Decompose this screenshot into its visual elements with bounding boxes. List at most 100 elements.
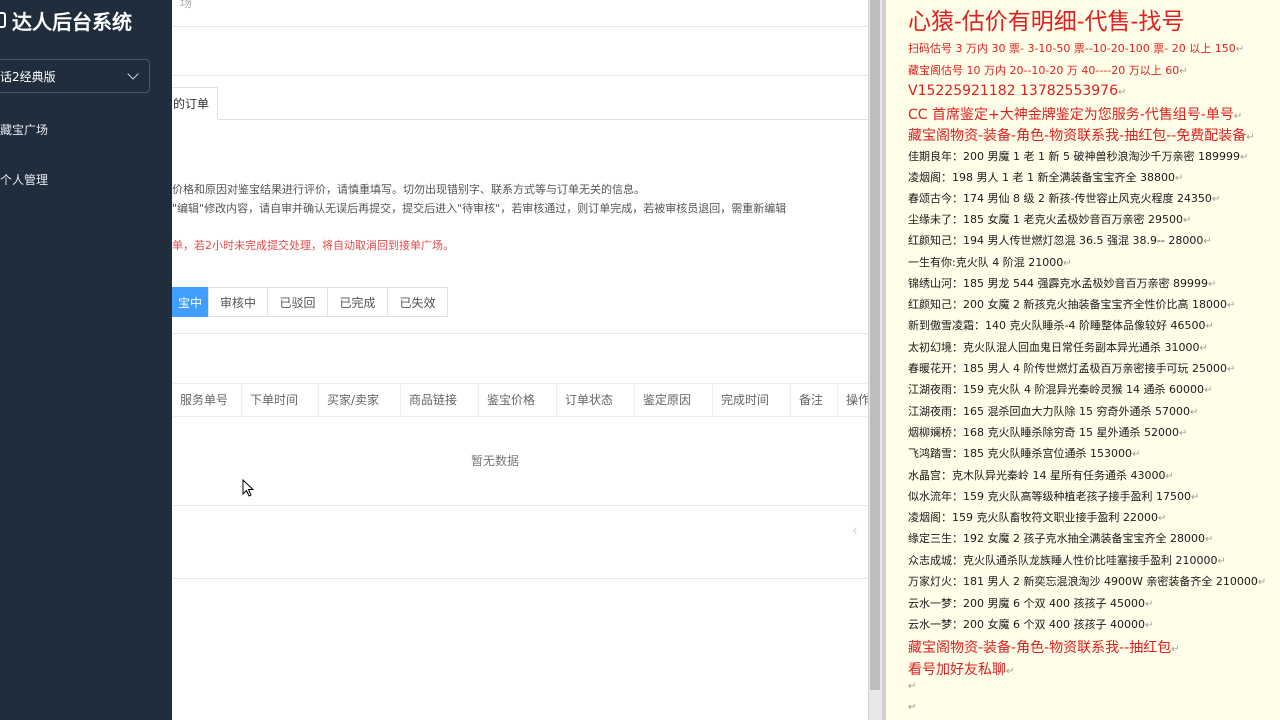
price-list-line: 红颜知己：200 女魔 2 新孩克火抽装备宝宝齐全性价比高 18000↵ [908,296,1235,312]
return-mark: ↵ [1006,666,1015,677]
price-list-line-text: 水晶宫：克木队异光秦岭 14 星所有任务通杀 43000 [908,469,1166,482]
price-list-line-text: 红颜知己：194 男人传世燃灯忽混 36.5 强混 38.9-- 28000 [908,234,1204,247]
return-mark: ↵ [1131,449,1141,460]
mouse-cursor-icon [242,479,255,497]
price-list-line: 春颂古今：174 男仙 8 级 2 新孩-传世容止风克火程度 24350↵ [908,190,1220,206]
price-list-line-text: 锦绣山河：185 男龙 544 强霹克水孟极妙音百万亲密 89999 [908,277,1208,290]
price-list-line: 春暖花开：185 男人 4 阶传世燃灯孟极百万亲密接手可玩 25000↵ [908,360,1235,376]
price-list-line: 缘定三生：192 女魔 2 孩子克水抽全满装备宝宝齐全 28000↵ [908,530,1213,546]
price-list-line-text: 看号加好友私聊 [908,662,1006,678]
price-list-line: 太初幻境：克火队混人回血鬼日常任务副本异光通杀 31000↵ [908,339,1208,355]
price-list-line: 藏宝阁估号 10 万内 20--10-20 万 40----20 万以上 60↵ [908,62,1188,78]
price-list-line: 新到傲雪凌霜：140 克火队睡杀-4 阶睡整体品像较好 46500↵ [908,317,1214,333]
orders-table-header: 服务单号 下单时间 买家/卖家 商品链接 鉴宝价格 订单状态 鉴定原因 完成时间… [172,383,868,417]
sidebar-item-personal[interactable]: 个人管理 [0,171,48,188]
price-list-line-text: 云水一梦：200 女魔 6 个双 400 孩孩子 40000 [908,618,1145,631]
return-mark: ↵ [1199,343,1208,354]
divider [172,26,868,27]
return-mark: ↵ [1204,534,1214,545]
price-list-line: 江湖夜雨：159 克火队 4 阶混异光秦岭灵猴 14 通杀 60000↵ [908,381,1212,397]
return-mark: ↵ [1226,364,1236,375]
column-header: 操作 [846,393,868,407]
app-title: 达人后台系统 [12,9,132,34]
version-select[interactable]: 话2经典版 [0,59,150,93]
divider [172,75,868,76]
return-mark: ↵ [1174,173,1184,184]
main-content: 场 的订单 价格和原因对鉴宝结果进行评价，请慎重填写。切勿出现错别字、联系方式等… [172,0,868,720]
price-list-line: 烟柳斓桥：168 克火队睡杀除穷奇 15 星外通杀 52000↵ [908,424,1187,440]
return-mark: ↵ [1165,471,1174,482]
price-list-line-text: 缘定三生：192 女魔 2 孩子克水抽全满装备宝宝齐全 28000 [908,532,1205,545]
return-mark: ↵ [1190,492,1200,503]
notice-warning: 单，若2小时未完成提交处理，将自动取消回到接单广场。 [172,239,454,252]
column-header: 买家/卖家 [319,384,401,416]
price-list-line-text: 佳期良年：200 男魔 1 老 1 新 5 破神兽秒浪淘沙千万亲密 189999 [908,150,1240,163]
return-mark: ↵ [1179,66,1188,77]
return-mark: ↵ [1182,215,1192,226]
price-list-line-text: 凌烟阁：159 克火队畜牧符文职业接手盈利 22000 [908,511,1158,524]
return-mark: ↵ [1157,513,1167,524]
return-mark: ↵ [1189,407,1199,418]
return-mark: ↵ [1063,258,1072,269]
column-header: 下单时间 [242,384,319,416]
return-mark: ↵ [908,702,917,713]
filter-rejected[interactable]: 已驳回 [267,287,328,317]
return-mark: ↵ [1226,300,1236,311]
return-mark: ↵ [1257,577,1267,588]
chevron-down-icon [127,68,139,80]
price-list-line: 佳期良年：200 男魔 1 老 1 新 5 破神兽秒浪淘沙千万亲密 189999… [908,148,1248,164]
filter-expired[interactable]: 已失效 [387,287,448,317]
return-mark: ↵ [1211,194,1221,205]
price-list-line: 飞鸿踏雪：185 克火队睡杀宫位通杀 153000↵ [908,445,1140,461]
logo-icon [0,12,6,28]
price-list-line-text: 江湖夜雨：159 克火队 4 阶混异光秦岭灵猴 14 通杀 60000 [908,383,1204,396]
price-list-line: 看号加好友私聊↵ [908,659,1014,679]
panel-title: 心猿-估价有明细-代售-找号 [908,9,1185,35]
return-mark: ↵ [1205,321,1214,332]
return-mark: ↵ [1171,644,1180,655]
price-list-line-text: 似水流年：159 克火队高等级种植老孩子接手盈利 17500 [908,490,1191,503]
price-list-line-text: 太初幻境：克火队混人回血鬼日常任务副本异光通杀 31000 [908,341,1200,354]
tab-my-orders[interactable]: 的订单 [172,87,218,120]
price-list-line-text: 尘缘未了：185 女魔 1 老克火孟极妙音百万亲密 29500 [908,213,1183,226]
return-mark: ↵ [1217,556,1226,567]
scrollbar-thumb[interactable] [870,0,880,690]
price-list-line-text: 万家灯火：181 男人 2 新奕忘混浪淘沙 4900W 亲密装备齐全 21000… [908,575,1258,588]
price-list-line-text: 江湖夜雨：165 混杀回血大力队除 15 穷奇外通杀 57000 [908,405,1190,418]
pager-prev-icon[interactable]: ‹ [852,523,858,539]
sidebar-item-treasure-square[interactable]: 藏宝广场 [0,121,48,138]
return-mark: ↵ [1233,111,1243,122]
price-list-line-text: 红颜知己：200 女魔 2 新孩克火抽装备宝宝齐全性价比高 18000 [908,298,1227,311]
return-mark: ↵ [1207,279,1217,290]
price-list-line-text: 藏宝阁估号 10 万内 20--10-20 万 40----20 万以上 60 [908,64,1180,77]
price-list-line-text: 凌烟阁：198 男人 1 老 1 新全满装备宝宝齐全 38800 [908,171,1175,184]
return-mark: ↵ [908,681,917,692]
price-list-line-text: 一生有你:克火队 4 阶混 21000 [908,256,1064,269]
breadcrumb: 场 [180,0,193,10]
filter-completed[interactable]: 已完成 [327,287,388,317]
price-list-line-text: 新到傲雪凌霜：140 克火队睡杀-4 阶睡整体品像较好 46500 [908,319,1206,332]
empty-state: 暂无数据 [470,454,519,468]
return-mark: ↵ [1118,87,1127,98]
price-list-line-text: 扫码估号 3 万内 30 票- 3-10-50 票--10-20-100 票- … [908,42,1236,55]
price-list-line: 众志成城：克火队通杀队龙族睡人性价比哇塞接手盈利 210000↵ [908,552,1226,568]
column-header: 备注 [791,384,838,416]
column-header: 商品链接 [401,384,479,416]
column-header: 完成时间 [713,384,791,416]
price-list-line-text: 藏宝阁物资-装备-角色-物资联系我-抽红包--免费配装备 [908,128,1247,144]
price-list-line: 万家灯火：181 男人 2 新奕忘混浪淘沙 4900W 亲密装备齐全 21000… [908,573,1266,589]
price-list-line-text: 飞鸿踏雪：185 克火队睡杀宫位通杀 153000 [908,447,1132,460]
app-logo: 达人后台系统 [0,6,132,34]
filter-reviewing[interactable]: 审核中 [208,287,268,317]
column-header: 鉴宝价格 [479,384,557,416]
price-list-line: 云水一梦：200 女魔 6 个双 400 孩孩子 40000↵ [908,616,1153,632]
return-mark: ↵ [1144,599,1154,610]
price-list-line-text: 春颂古今：174 男仙 8 级 2 新孩-传世容止风克火程度 24350 [908,192,1212,205]
price-list-line: 凌烟阁：198 男人 1 老 1 新全满装备宝宝齐全 38800↵ [908,169,1183,185]
notice-line: "编辑"修改内容，请自审并确认无误后再提交，提交后进入"待审核"，若审核通过，则… [172,202,787,215]
price-list-line: 江湖夜雨：165 混杀回血大力队除 15 穷奇外通杀 57000↵ [908,403,1198,419]
price-list-line-text: 云水一梦：200 男魔 6 个双 400 孩孩子 45000 [908,597,1145,610]
price-list-line: 凌烟阁：159 克火队畜牧符文职业接手盈利 22000↵ [908,509,1166,525]
filter-in-progress[interactable]: 宝中 [172,287,209,317]
price-list-line-text: V15225921182 13782553976 [908,83,1118,99]
